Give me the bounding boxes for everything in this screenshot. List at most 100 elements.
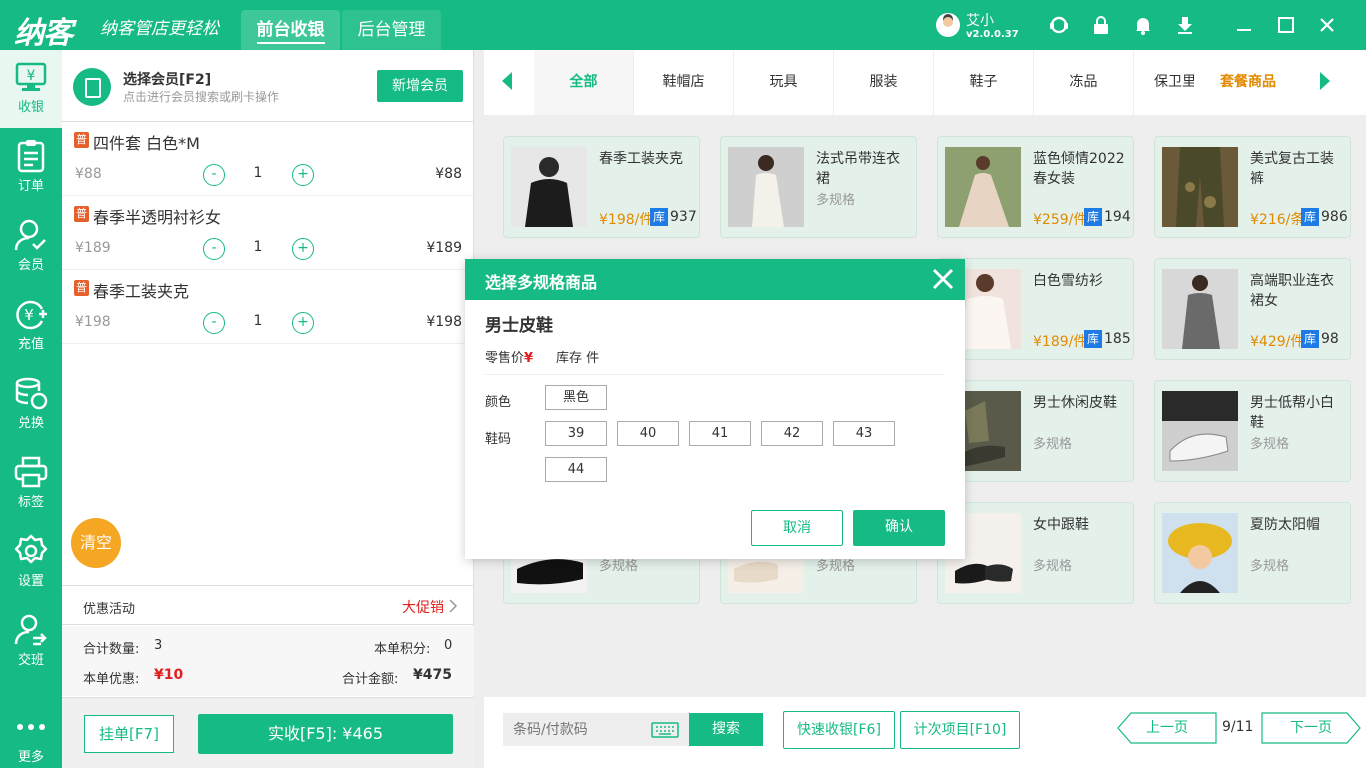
size-option[interactable]: 40: [617, 421, 679, 446]
product-card[interactable]: 高端职业连衣裙女 ¥429/件 库 98: [1154, 258, 1351, 360]
cart-panel: 选择会员[F2] 点击进行会员搜索或刷卡操作 新增会员 普 四件套 白色*M ¥…: [62, 50, 474, 768]
page-indicator: 9/11: [1222, 719, 1254, 735]
product-card[interactable]: 蓝色倾情2022春女装 ¥259/件 库 194: [937, 136, 1134, 238]
product-card[interactable]: 法式吊带连衣裙 多规格: [720, 136, 917, 238]
count-items-button[interactable]: 计次项目[F10]: [900, 711, 1020, 749]
sidebar-item-cashier[interactable]: ¥ 收银: [0, 50, 62, 128]
stock-badge: 库: [1084, 330, 1102, 348]
bell-icon[interactable]: [1133, 15, 1153, 35]
decrease-qty-button[interactable]: -: [203, 238, 225, 260]
member-select-hint: 点击进行会员搜索或刷卡操作: [123, 90, 280, 104]
amount-value: ¥475: [413, 667, 452, 683]
size-option[interactable]: 44: [545, 457, 607, 482]
product-card[interactable]: 男士休闲皮鞋 多规格: [937, 380, 1134, 482]
category-next-icon[interactable]: [1320, 72, 1330, 90]
normal-price-badge: 普: [74, 206, 89, 222]
cart-item-price: ¥88: [75, 166, 102, 182]
checkout-button[interactable]: 实收[F5]: ¥465: [198, 714, 453, 754]
category-tab[interactable]: 鞋子: [934, 50, 1034, 115]
color-option[interactable]: 黑色: [545, 385, 607, 410]
decrease-qty-button[interactable]: -: [203, 312, 225, 334]
sidebar-item-orders[interactable]: 订单: [0, 129, 62, 207]
cancel-button[interactable]: 取消: [751, 510, 843, 546]
product-price: ¥216/条: [1250, 212, 1305, 228]
increase-qty-button[interactable]: +: [292, 312, 314, 334]
product-multi-spec: 多规格: [816, 193, 856, 208]
amount-label: 合计金额:: [342, 672, 399, 687]
cart-item-price: ¥198: [75, 314, 111, 330]
size-option[interactable]: 43: [833, 421, 895, 446]
confirm-button[interactable]: 确认: [853, 510, 945, 546]
product-card[interactable]: 夏防太阳帽 多规格: [1154, 502, 1351, 604]
sidebar-item-labels[interactable]: 标签: [0, 445, 62, 523]
category-tab[interactable]: 冻品: [1034, 50, 1134, 115]
maximize-icon[interactable]: [1276, 15, 1296, 35]
cart-item[interactable]: 普 春季工装夹克 ¥198 - 1 + ¥198: [62, 270, 474, 344]
hold-order-button[interactable]: 挂单[F7]: [84, 715, 174, 753]
lock-icon[interactable]: [1091, 15, 1111, 35]
sidebar-item-shift[interactable]: 交班: [0, 603, 62, 681]
product-card[interactable]: 春季工装夹克 ¥198/件 库 937: [503, 136, 700, 238]
product-card[interactable]: 男士低帮小白鞋 多规格: [1154, 380, 1351, 482]
cart-item[interactable]: 普 四件套 白色*M ¥88 - 1 + ¥88: [62, 122, 474, 196]
size-option[interactable]: 41: [689, 421, 751, 446]
product-multi-spec: 多规格: [1250, 559, 1290, 574]
tab-back-admin[interactable]: 后台管理: [342, 10, 441, 50]
category-tab-combo[interactable]: 套餐商品: [1220, 50, 1276, 115]
sidebar-item-recharge[interactable]: ¥ 充值: [0, 287, 62, 365]
product-multi-spec: 多规格: [1250, 437, 1290, 452]
product-price: ¥259/件: [1033, 212, 1088, 228]
size-option[interactable]: 39: [545, 421, 607, 446]
increase-qty-button[interactable]: +: [292, 238, 314, 260]
printer-icon: [14, 456, 48, 488]
category-tab[interactable]: 服装: [834, 50, 934, 115]
sidebar-item-more[interactable]: 更多: [0, 690, 62, 768]
category-tabs: 全部 鞋帽店 玩具 服装 鞋子 冻品 保卫里脊 套餐商品: [484, 50, 1366, 115]
retail-price: 零售价¥: [485, 347, 533, 366]
decrease-qty-button[interactable]: -: [203, 164, 225, 186]
sidebar: ¥ 收银 订单 会员 ¥ 充值 兑换 标签 设置 交班 更多: [0, 50, 62, 768]
category-tab[interactable]: 鞋帽店: [634, 50, 734, 115]
product-name: 男士休闲皮鞋: [1033, 395, 1117, 411]
quick-checkout-button[interactable]: 快速收银[F6]: [783, 711, 895, 749]
tab-front-cashier[interactable]: 前台收银: [241, 10, 340, 50]
download-icon[interactable]: [1175, 15, 1195, 35]
search-button[interactable]: 搜索: [689, 713, 763, 746]
sidebar-item-members[interactable]: 会员: [0, 208, 62, 286]
cart-item[interactable]: 普 春季半透明衬衫女 ¥189 - 1 + ¥189: [62, 196, 474, 270]
category-tab[interactable]: 玩具: [734, 50, 834, 115]
cart-item-qty: 1: [253, 165, 263, 181]
clear-cart-button[interactable]: 清空: [71, 518, 121, 568]
stock-badge: 库: [1301, 330, 1319, 348]
tab-back-admin-label: 后台管理: [357, 20, 426, 40]
cart-actions: 挂单[F7] 实收[F5]: ¥465: [62, 697, 474, 768]
prev-page-button[interactable]: 上一页: [1117, 712, 1217, 744]
sidebar-item-label: 会员: [17, 258, 44, 273]
close-icon[interactable]: [929, 265, 957, 293]
dialog-stock: 库存 件: [556, 351, 600, 366]
keyboard-icon[interactable]: [651, 722, 679, 738]
category-tab-all[interactable]: 全部: [534, 50, 634, 115]
points-value: 0: [444, 638, 453, 653]
product-card[interactable]: 白色雪纺衫 ¥189/件 库 185: [937, 258, 1134, 360]
close-window-icon[interactable]: [1317, 15, 1337, 35]
discount-value: ¥10: [154, 667, 184, 683]
sidebar-item-exchange[interactable]: 兑换: [0, 366, 62, 444]
shift-icon: [14, 614, 47, 646]
support-icon[interactable]: [1049, 15, 1069, 35]
category-prev-icon[interactable]: [502, 72, 512, 90]
member-select[interactable]: 选择会员[F2] 点击进行会员搜索或刷卡操作 新增会员: [62, 50, 474, 122]
category-tab[interactable]: 保卫里脊: [1134, 50, 1194, 115]
promotion-row[interactable]: 优惠活动 大促销: [62, 585, 474, 625]
product-card[interactable]: 女中跟鞋 多规格: [937, 502, 1134, 604]
next-page-button[interactable]: 下一页: [1261, 712, 1361, 744]
product-stock: 194: [1104, 209, 1131, 225]
minimize-icon[interactable]: [1234, 15, 1254, 35]
size-option[interactable]: 42: [761, 421, 823, 446]
sidebar-item-settings[interactable]: 设置: [0, 524, 62, 602]
svg-text:¥: ¥: [24, 306, 34, 324]
increase-qty-button[interactable]: +: [292, 164, 314, 186]
stock-badge: 库: [1301, 208, 1319, 226]
add-member-button[interactable]: 新增会员: [377, 70, 463, 102]
product-card[interactable]: 美式复古工装裤 ¥216/条 库 986: [1154, 136, 1351, 238]
